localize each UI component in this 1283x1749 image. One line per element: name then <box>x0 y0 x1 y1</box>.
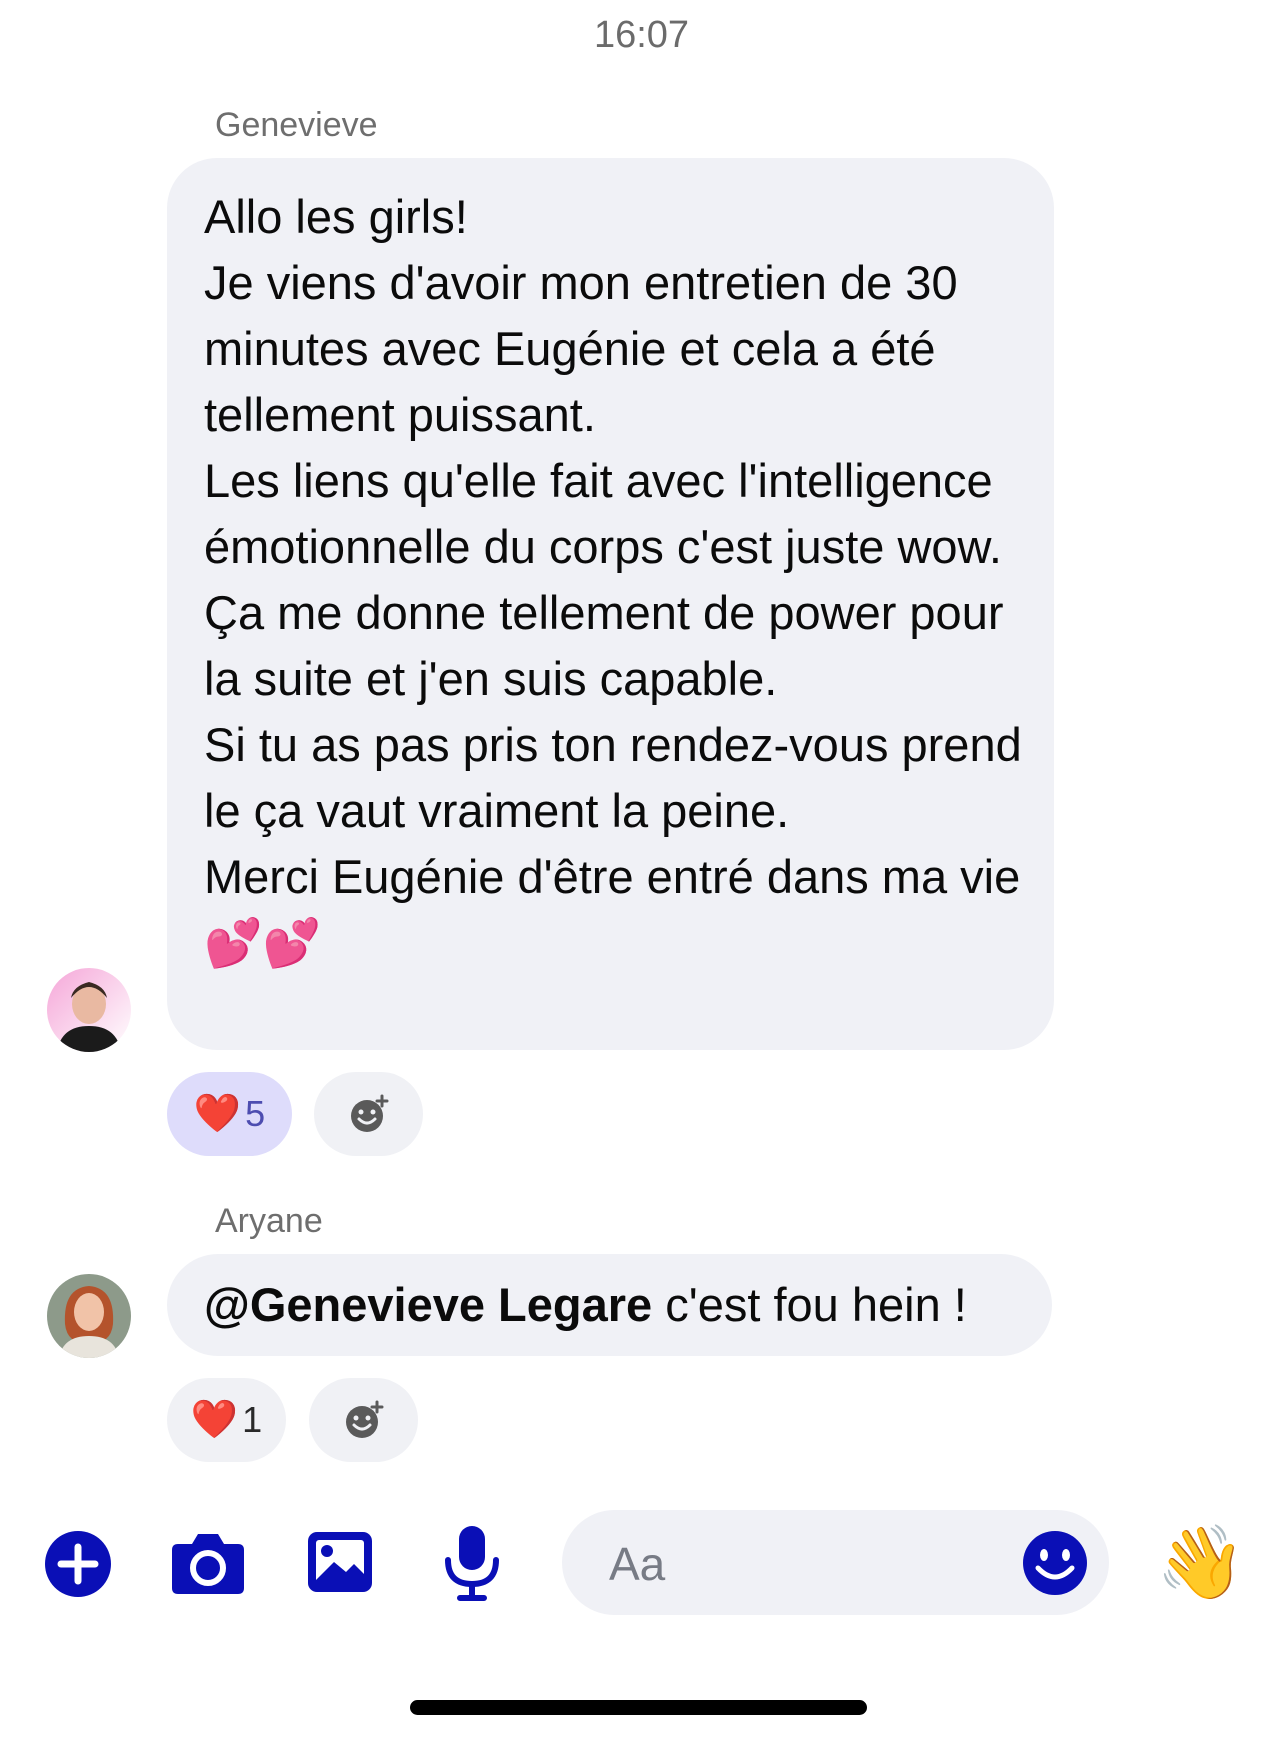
sender-name: Aryane <box>215 1202 323 1240</box>
waving-hand-icon: 👋 <box>1156 1523 1246 1603</box>
image-icon <box>308 1532 372 1592</box>
message-timestamp: 16:07 <box>593 14 690 56</box>
plus-button[interactable] <box>44 1530 112 1598</box>
plus-icon <box>45 1531 111 1597</box>
message-input[interactable] <box>607 1510 991 1617</box>
add-reaction-button[interactable] <box>309 1378 418 1462</box>
add-reaction-icon <box>345 1400 383 1438</box>
heart-icon: ❤️ <box>190 1399 239 1441</box>
microphone-icon <box>445 1526 499 1601</box>
microphone-button[interactable] <box>442 1524 502 1602</box>
emoji-button[interactable] <box>1022 1530 1088 1596</box>
avatar[interactable] <box>47 968 131 1052</box>
sender-name: Genevieve <box>215 106 378 144</box>
message-body: c'est fou hein ! <box>652 1278 967 1331</box>
add-reaction-icon <box>350 1094 388 1132</box>
camera-icon <box>172 1534 244 1594</box>
message-text: @Genevieve Legare c'est fou hein ! <box>204 1272 967 1338</box>
message-bubble[interactable]: Allo les girls! Je viens d'avoir mon ent… <box>167 158 1054 1050</box>
gallery-button[interactable] <box>306 1528 374 1596</box>
camera-button[interactable] <box>170 1530 246 1596</box>
smiley-icon <box>1023 1531 1087 1595</box>
message-bubble[interactable]: @Genevieve Legare c'est fou hein ! <box>167 1254 1052 1356</box>
heart-icon: ❤️ <box>193 1093 242 1135</box>
reaction-count: 1 <box>242 1399 263 1440</box>
reaction-pill[interactable]: ❤️ 5 <box>167 1072 292 1156</box>
message-text: Allo les girls! Je viens d'avoir mon ent… <box>204 190 1022 969</box>
wave-button[interactable]: 👋 <box>1156 1520 1246 1606</box>
avatar[interactable] <box>47 1274 131 1358</box>
mention-link[interactable]: @Genevieve Legare <box>204 1278 652 1331</box>
add-reaction-button[interactable] <box>314 1072 423 1156</box>
message-composer[interactable] <box>562 1510 1109 1617</box>
reaction-pill[interactable]: ❤️ 1 <box>167 1378 286 1462</box>
home-indicator[interactable] <box>410 1700 867 1715</box>
reaction-count: 5 <box>245 1093 266 1134</box>
